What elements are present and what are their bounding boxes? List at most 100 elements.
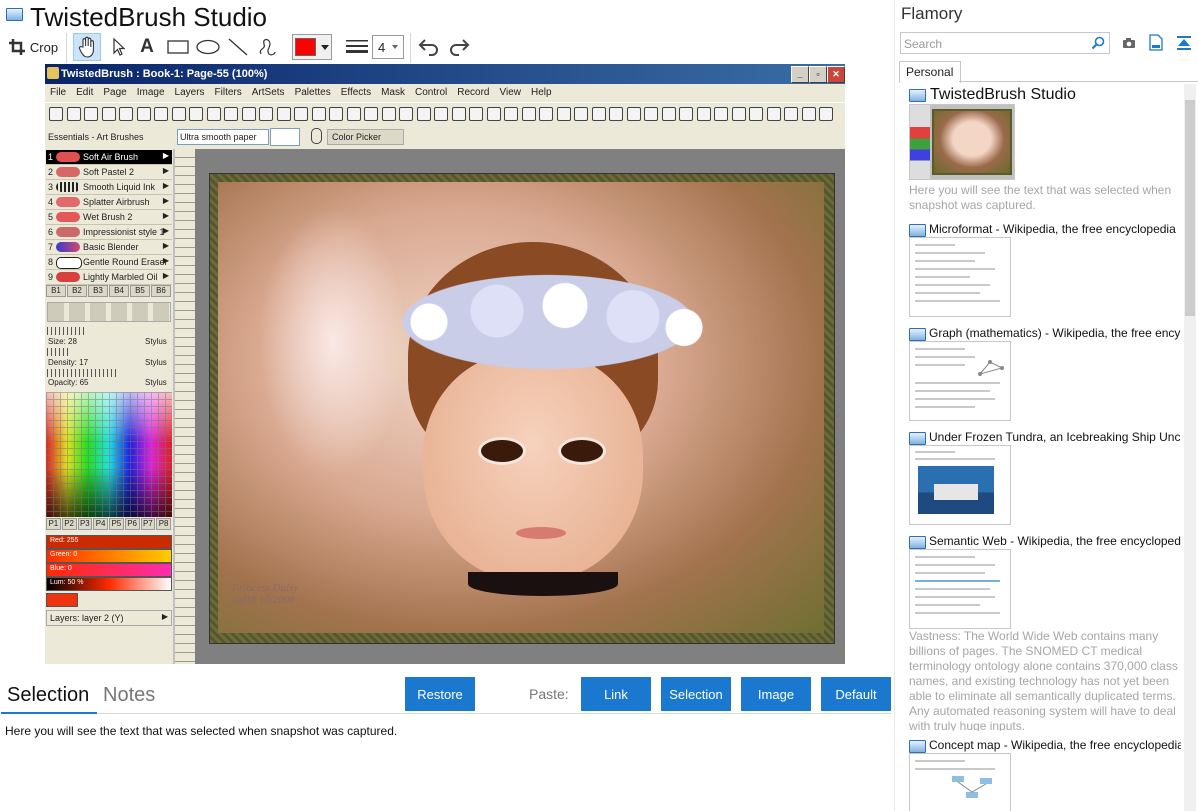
tb-tool-icon — [819, 107, 833, 121]
document-button[interactable] — [1149, 34, 1163, 51]
line-tool-button[interactable] — [225, 34, 251, 60]
tb-painting: Princess Daisy SqIM 10/2006 — [218, 182, 824, 633]
snapshot-description: Vastness: The World Wide Web contains ma… — [909, 629, 1178, 731]
camera-icon — [1123, 38, 1135, 48]
captured-screenshot[interactable]: TwistedBrush : Book-1: Page-55 (100%) _ … — [45, 64, 845, 664]
redo-button[interactable] — [446, 34, 472, 60]
collapse-button[interactable] — [1176, 35, 1192, 51]
chevron-down-icon — [321, 45, 329, 50]
snapshot-thumbnail[interactable] — [909, 549, 1011, 629]
ellipse-icon — [196, 39, 220, 55]
snapshot-description: Here you will see the text that was sele… — [909, 183, 1172, 212]
tb-maximize-icon: ▫ — [809, 66, 827, 83]
snapshot-item-title[interactable]: Concept map - Wikipedia, the free encycl… — [929, 738, 1181, 752]
scrollbar-thumb[interactable] — [1185, 100, 1195, 316]
thumb-line — [915, 406, 975, 408]
snapshot-thumbnail[interactable] — [909, 104, 1015, 180]
tb-brush-swatch — [56, 272, 80, 282]
choker — [468, 572, 618, 596]
freehand-tool-button[interactable] — [255, 34, 281, 60]
tb-brush-num: 8 — [48, 257, 54, 267]
tb-brush-num: 1 — [48, 152, 54, 162]
snapshot-item-title[interactable]: TwistedBrush Studio — [930, 86, 1180, 104]
tb-palette-tab: P6 — [124, 518, 140, 530]
tb-red-slider: Red: 255 — [46, 535, 172, 549]
thumb-line — [915, 768, 995, 770]
tb-brush-row: 1 Soft Air Brush ▶ — [46, 150, 172, 165]
tb-menu-item: Edit — [76, 87, 94, 98]
tb-tool-icon — [434, 107, 448, 121]
rectangle-tool-button[interactable] — [164, 34, 192, 60]
tb-brush-row: 7 Basic Blender ▶ — [46, 240, 172, 255]
chevron-down-icon — [392, 45, 398, 49]
tb-tool-icon — [119, 107, 133, 121]
tb-tool-icon — [364, 107, 378, 121]
tb-tool-icon — [731, 107, 746, 121]
crop-button[interactable]: Crop — [6, 34, 60, 60]
tb-tool-icon — [784, 107, 798, 121]
selection-text[interactable]: Here you will see the text that was sele… — [5, 724, 397, 738]
snapshot-thumbnail[interactable] — [909, 445, 1011, 525]
tb-menu-item: ArtSets — [251, 87, 285, 98]
ellipse-tool-button[interactable] — [194, 34, 222, 60]
text-tool-button[interactable]: A — [136, 34, 158, 60]
undo-button[interactable] — [416, 34, 442, 60]
tb-mouse-icon — [311, 128, 322, 144]
snapshot-item-title[interactable]: Under Frozen Tundra, an Icebreaking Ship… — [929, 430, 1181, 444]
signature-line: Princess Daisy — [232, 582, 299, 594]
select-tool-button[interactable] — [107, 34, 131, 60]
tb-menu-bar: File Edit Page Image Layers Filters ArtS… — [45, 84, 845, 102]
redo-icon — [450, 39, 470, 56]
restore-button[interactable]: Restore — [405, 677, 475, 711]
tab-notes[interactable]: Notes — [103, 684, 155, 707]
tb-tool-strip — [45, 102, 845, 126]
line-width-select[interactable]: 4 — [372, 35, 404, 59]
tb-tool-icon — [101, 107, 116, 121]
tb-menu-item: Control — [415, 87, 448, 98]
tb-tool-icon — [766, 107, 781, 121]
snapshot-thumbnail[interactable] — [909, 753, 1011, 811]
tb-current-color — [46, 593, 78, 607]
tb-menu-item: Page — [103, 87, 127, 98]
tb-blue-label: Blue: 0 — [50, 565, 72, 572]
tab-selection[interactable]: Selection — [7, 684, 89, 707]
hand-tool-button[interactable] — [73, 33, 101, 61]
snapshot-item-title[interactable]: Semantic Web - Wikipedia, the free encyc… — [929, 534, 1181, 548]
tb-size-slider — [47, 327, 87, 335]
tb-brush-row: 6 Impressionist style 1 ▶ — [46, 225, 172, 240]
tb-palette-tab: P4 — [93, 518, 108, 530]
paste-image-button[interactable]: Image — [741, 677, 811, 711]
tb-tool-icon — [644, 107, 658, 121]
thumb-line — [915, 458, 995, 460]
tb-stylus-label: Stylus — [145, 378, 167, 387]
tb-menu-item: Filters — [214, 87, 242, 98]
paste-selection-button[interactable]: Selection — [661, 677, 731, 711]
tb-palette-tabs: P1 P2 P3 P4 P5 P6 P7 P8 — [46, 518, 172, 530]
paste-link-button[interactable]: Link — [581, 677, 651, 711]
camera-button[interactable] — [1121, 36, 1137, 50]
tab-personal[interactable]: Personal — [899, 61, 961, 83]
paste-label: Paste: — [529, 686, 569, 702]
tb-tool-icon — [609, 107, 623, 121]
tb-opacity-slider — [47, 369, 117, 377]
snapshot-thumbnail[interactable] — [909, 341, 1011, 421]
chevron-right-icon: ▶ — [161, 612, 168, 621]
search-input[interactable]: Search — [900, 32, 1110, 54]
paste-default-button[interactable]: Default — [821, 677, 891, 711]
search-icon[interactable] — [1091, 36, 1105, 50]
tb-density-label: Density: 17 — [48, 358, 89, 367]
tb-stylus-label: Stylus — [145, 337, 167, 346]
snapshot-thumbnail[interactable] — [909, 237, 1011, 317]
tb-brush-name: Wet Brush 2 — [83, 212, 133, 222]
color-picker-button[interactable] — [292, 34, 332, 60]
tb-palette-grid — [46, 392, 172, 517]
tb-tool-icon — [749, 107, 763, 121]
tb-brush-name: Gentle Round Eraser — [83, 257, 168, 267]
snapshot-item-title[interactable]: Microformat - Wikipedia, the free encycl… — [929, 222, 1181, 236]
eye-left — [478, 437, 526, 465]
line-width-button[interactable] — [343, 34, 371, 60]
snapshot-app-icon — [909, 328, 926, 341]
tb-brush-row: 3 Smooth Liquid Ink ▶ — [46, 180, 172, 195]
snapshot-item-title[interactable]: Graph (mathematics) - Wikipedia, the fre… — [929, 326, 1181, 340]
tb-brush-num: 7 — [48, 242, 54, 252]
